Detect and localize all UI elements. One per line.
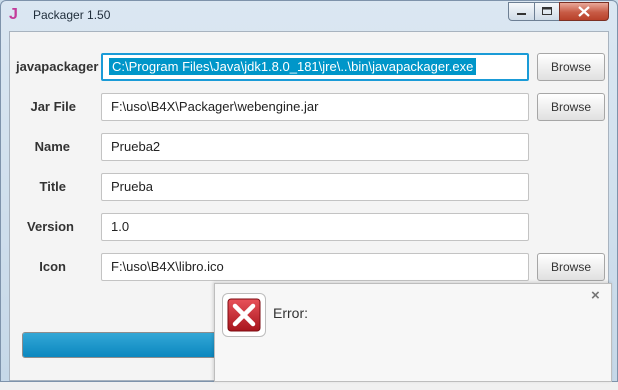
error-message: Error: xyxy=(273,305,308,321)
version-field[interactable]: 1.0 xyxy=(101,213,529,241)
close-icon xyxy=(578,6,590,17)
minimize-button[interactable] xyxy=(508,2,535,21)
javapackager-field-value: C:\Program Files\Java\jdk1.8.0_181\jre\.… xyxy=(109,58,477,75)
javapackager-field[interactable]: C:\Program Files\Java\jdk1.8.0_181\jre\.… xyxy=(101,53,529,81)
error-notification: Error: × xyxy=(214,283,612,382)
maximize-button[interactable] xyxy=(534,2,560,21)
label-title: Title xyxy=(39,179,67,194)
error-x-icon xyxy=(222,293,266,337)
label-jar-file: Jar File xyxy=(30,99,76,114)
browse-javapackager-button[interactable]: Browse xyxy=(537,53,605,81)
jar-file-field[interactable]: F:\uso\B4X\Packager\webengine.jar xyxy=(101,93,529,121)
label-name: Name xyxy=(34,139,70,154)
title-field[interactable]: Prueba xyxy=(101,173,529,201)
name-field[interactable]: Prueba2 xyxy=(101,133,529,161)
minimize-icon xyxy=(516,12,526,15)
packager-window: J Packager 1.50 javapackager C:\Program … xyxy=(0,0,618,382)
close-button[interactable] xyxy=(559,2,609,21)
app-icon: J xyxy=(9,6,18,23)
label-icon: Icon xyxy=(39,259,66,274)
browse-jar-button[interactable]: Browse xyxy=(537,93,605,121)
maximize-icon xyxy=(541,7,552,15)
label-javapackager: javapackager xyxy=(16,59,99,74)
progress-bar xyxy=(22,332,232,358)
title-bar: J Packager 1.50 xyxy=(1,1,617,30)
browse-icon-button[interactable]: Browse xyxy=(537,253,605,281)
progress-fill xyxy=(23,333,231,357)
label-version: Version xyxy=(27,219,74,234)
icon-field[interactable]: F:\uso\B4X\libro.ico xyxy=(101,253,529,281)
window-title: Packager 1.50 xyxy=(33,8,111,22)
notification-close-icon[interactable]: × xyxy=(591,288,600,304)
